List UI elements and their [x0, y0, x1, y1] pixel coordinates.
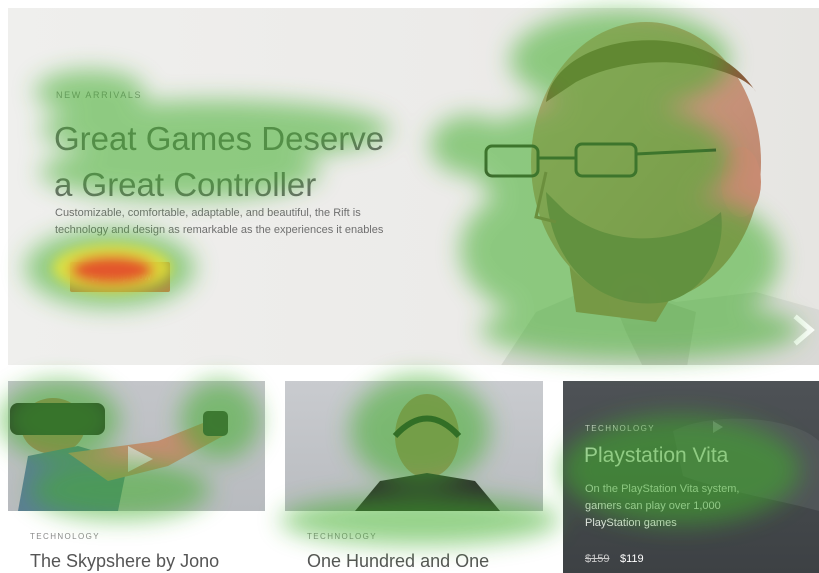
- shop-now-button[interactable]: Shop Now: [70, 262, 170, 292]
- hero-desc-line-1: Customizable, comfortable, adaptable, an…: [55, 207, 361, 219]
- card-1-tag: TECHNOLOGY: [30, 532, 101, 541]
- card-3-desc-line-1: On the PlayStation Vita system,: [585, 483, 740, 495]
- vr-headset-back-image: [355, 394, 500, 511]
- card-2-title[interactable]: One Hundred and One: [307, 551, 489, 572]
- hero-desc-line-2: technology and design as remarkable as t…: [55, 224, 384, 236]
- man-portrait-image: [484, 22, 819, 365]
- hero-title-line-2: a Great Controller: [54, 166, 317, 203]
- hero-title: Great Games Deserve a Great Controller: [54, 116, 454, 208]
- card-2-tag: TECHNOLOGY: [307, 532, 378, 541]
- card-3-tag: TECHNOLOGY: [585, 424, 656, 433]
- playstation-vita-background-image: [673, 418, 819, 511]
- card-3-desc-line-3: PlayStation games: [585, 517, 677, 529]
- card-2-image[interactable]: [285, 381, 543, 511]
- card-1-title[interactable]: The Skypshere by Jono: [30, 551, 219, 572]
- hero-banner: NEW ARRIVALS Great Games Deserve a Great…: [8, 8, 819, 365]
- card-3-title[interactable]: Playstation Vita: [584, 444, 728, 468]
- card-3-description: On the PlayStation Vita system, gamers c…: [585, 481, 785, 532]
- chevron-right-icon[interactable]: [792, 314, 818, 346]
- card-3-desc-line-2: gamers can play over 1,000: [585, 500, 721, 512]
- cart-icon: [88, 272, 100, 282]
- hero-title-line-1: Great Games Deserve: [54, 120, 385, 157]
- hero-description: Customizable, comfortable, adaptable, an…: [55, 205, 415, 239]
- card-1-body[interactable]: TECHNOLOGY The Skypshere by Jono: [8, 511, 265, 573]
- card-3-new-price: $119: [620, 553, 644, 565]
- card-3-old-price: $159: [585, 553, 610, 565]
- shop-now-label: Shop Now: [104, 271, 152, 283]
- vr-user-image: [10, 398, 228, 511]
- card-1-image[interactable]: [8, 381, 265, 511]
- hero-eyebrow: NEW ARRIVALS: [56, 90, 143, 100]
- card-3[interactable]: TECHNOLOGY Playstation Vita On the PlayS…: [563, 381, 819, 573]
- card-2-body[interactable]: TECHNOLOGY One Hundred and One: [285, 511, 543, 573]
